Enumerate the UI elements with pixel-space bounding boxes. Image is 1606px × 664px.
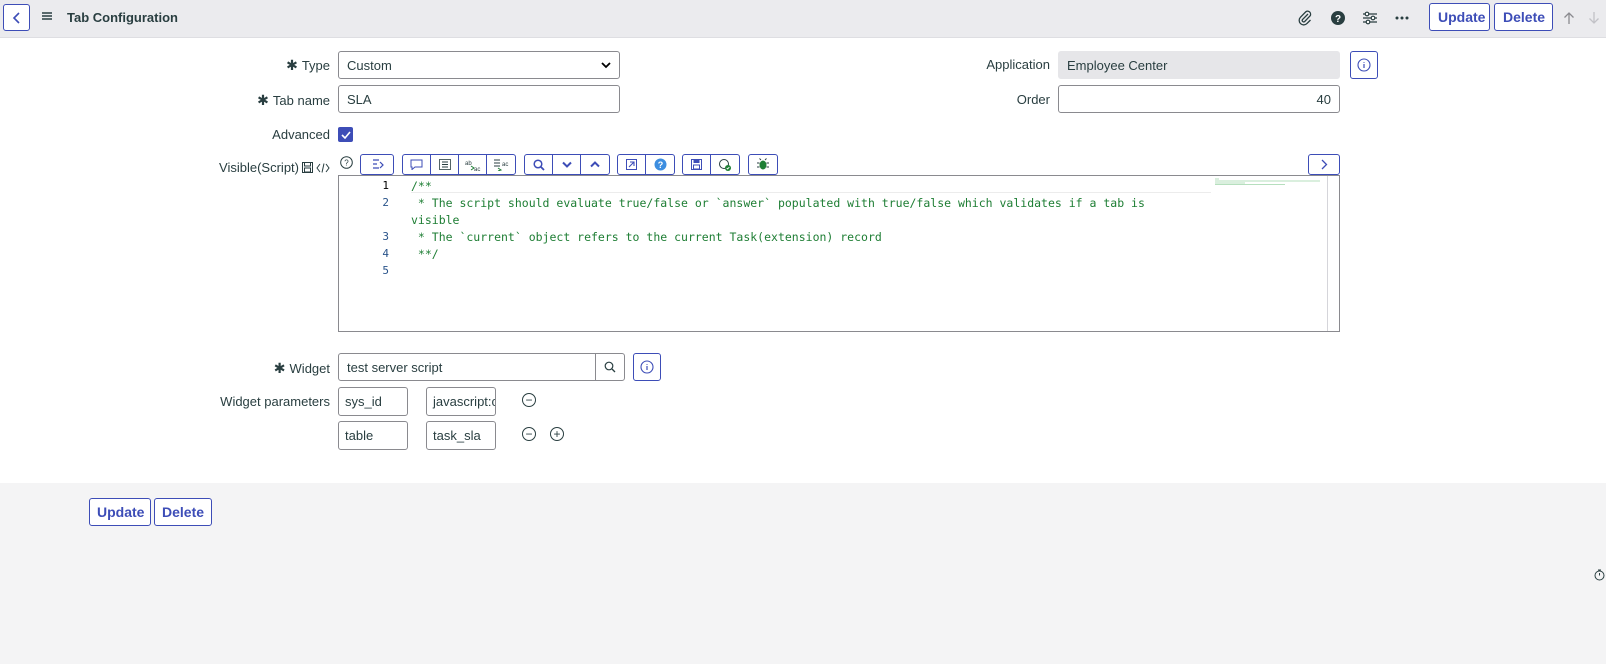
- response-time-icon[interactable]: [1594, 569, 1605, 584]
- code-line: /**: [411, 179, 432, 193]
- arrow-down-icon[interactable]: [1585, 9, 1603, 27]
- remove-param-icon[interactable]: −: [522, 393, 536, 407]
- advanced-checkbox[interactable]: [338, 127, 353, 142]
- more-options-icon[interactable]: [1393, 9, 1411, 27]
- delete-button-bottom[interactable]: Delete: [154, 498, 212, 526]
- page-title: Tab Configuration: [67, 10, 178, 25]
- required-icon: ✱: [273, 360, 286, 376]
- info-icon: [640, 360, 654, 374]
- line-number: 1: [382, 179, 389, 192]
- code-line: * The script should evaluate true/false …: [411, 196, 1145, 210]
- widget-info-button[interactable]: [633, 353, 661, 381]
- param-value-input[interactable]: javascript:c: [426, 387, 496, 416]
- svg-text:?: ?: [657, 160, 663, 170]
- replace-icon[interactable]: ab ac: [459, 155, 487, 174]
- delete-button[interactable]: Delete: [1494, 3, 1553, 31]
- line-number: 4: [382, 247, 389, 260]
- widget-label: ✱ Widget: [273, 360, 330, 376]
- chevron-down-icon: [601, 61, 611, 68]
- save-icon[interactable]: [302, 162, 313, 173]
- update-button-bottom[interactable]: Update: [89, 498, 151, 526]
- advanced-label: Advanced: [272, 127, 330, 142]
- search-icon[interactable]: [525, 155, 553, 174]
- code-line: * The `current` object refers to the cur…: [411, 230, 882, 244]
- script-help-button-icon[interactable]: ?: [646, 155, 674, 174]
- toolbar-search-group: [524, 154, 610, 175]
- toolbar-save-group: [682, 154, 740, 175]
- script-help-icon[interactable]: ?: [340, 156, 353, 172]
- info-icon: [1357, 58, 1371, 72]
- debug-bug-icon[interactable]: [749, 155, 777, 174]
- widget-input[interactable]: test server script: [338, 353, 596, 381]
- order-input[interactable]: 40: [1058, 85, 1340, 113]
- required-icon: ✱: [286, 57, 298, 73]
- chevron-down-icon[interactable]: [553, 155, 581, 174]
- tab-name-label: ✱ Tab name: [257, 92, 330, 108]
- replace-all-icon[interactable]: ac: [487, 155, 515, 174]
- application-info-button[interactable]: [1350, 51, 1378, 79]
- chevron-right-icon[interactable]: [1309, 155, 1339, 174]
- editor-minimap[interactable]: [1215, 178, 1325, 186]
- toolbar-edit-group: ab ac ac: [402, 154, 516, 175]
- syntax-check-icon[interactable]: [711, 155, 739, 174]
- visible-script-label: Visible(Script): [200, 160, 330, 175]
- checkmark-icon: [340, 130, 351, 139]
- save-script-icon[interactable]: [683, 155, 711, 174]
- type-select[interactable]: Custom: [338, 51, 620, 79]
- hamburger-menu-icon[interactable]: [41, 10, 55, 24]
- comment-icon[interactable]: [403, 155, 431, 174]
- line-number: 2: [382, 196, 389, 209]
- order-label: Order: [1016, 92, 1050, 107]
- type-label: ✱ Type: [286, 57, 330, 73]
- svg-text:?: ?: [1335, 14, 1341, 25]
- required-icon: ✱: [257, 92, 269, 108]
- svg-text:ac: ac: [474, 167, 480, 171]
- external-link-icon[interactable]: [618, 155, 646, 174]
- search-icon: [604, 361, 616, 373]
- paperclip-icon[interactable]: [1296, 9, 1314, 27]
- toolbar-format-group: [360, 154, 394, 175]
- chevron-left-icon: [12, 11, 20, 24]
- widget-lookup-button[interactable]: [595, 353, 625, 381]
- editor-scrollbar[interactable]: [1327, 176, 1339, 331]
- format-code-icon[interactable]: [361, 155, 393, 174]
- code-line: visible: [411, 213, 460, 227]
- back-button[interactable]: [3, 4, 30, 31]
- param-key-input[interactable]: sys_id: [338, 387, 408, 416]
- widget-parameters-label: Widget parameters: [220, 394, 330, 409]
- toolbar-expand-group: [1308, 154, 1340, 175]
- settings-sliders-icon[interactable]: [1361, 9, 1379, 27]
- add-param-icon[interactable]: +: [550, 427, 564, 441]
- application-field: Employee Center: [1058, 51, 1340, 79]
- code-icon[interactable]: [316, 162, 330, 173]
- remove-param-icon[interactable]: −: [522, 427, 536, 441]
- toolbar-debug-group: [748, 154, 778, 175]
- top-bar: Tab Configuration ? Update Delete: [0, 0, 1606, 38]
- update-button[interactable]: Update: [1429, 3, 1490, 31]
- application-label: Application: [986, 57, 1050, 72]
- indent-icon[interactable]: [431, 155, 459, 174]
- param-value-input[interactable]: task_sla: [426, 421, 496, 450]
- param-key-input[interactable]: table: [338, 421, 408, 450]
- code-line: **/: [411, 247, 439, 261]
- line-number: 5: [382, 264, 389, 277]
- help-icon[interactable]: ?: [1329, 9, 1347, 27]
- tab-name-input[interactable]: SLA: [338, 85, 620, 113]
- toolbar-help-group: ?: [617, 154, 675, 175]
- chevron-up-icon[interactable]: [581, 155, 609, 174]
- svg-text:?: ?: [344, 159, 349, 168]
- arrow-up-icon[interactable]: [1560, 9, 1578, 27]
- svg-text:ac: ac: [502, 162, 508, 168]
- script-editor[interactable]: 1 /** 2 * The script should evaluate tru…: [338, 175, 1340, 332]
- line-number: 3: [382, 230, 389, 243]
